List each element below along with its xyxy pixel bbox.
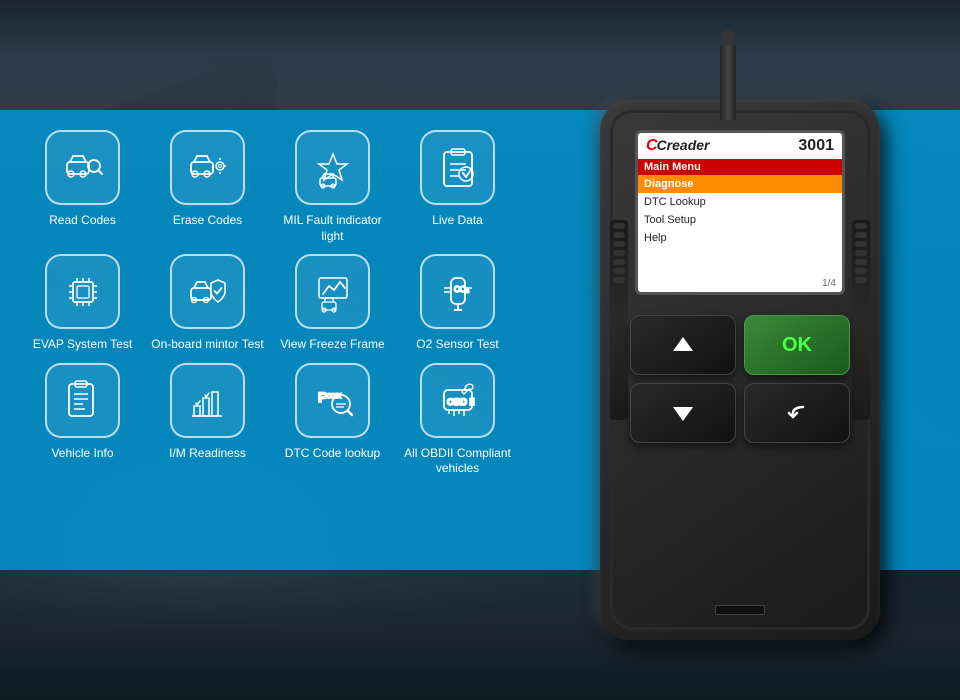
view-freeze-icon-box xyxy=(295,254,370,329)
o2-sensor-label: O2 Sensor Test xyxy=(416,337,499,353)
brand-name-text: Creader xyxy=(657,137,710,153)
device-screen: CCreader 3001 Main Menu Diagnose DTC Loo… xyxy=(635,130,845,295)
screen-menu-item-dtc[interactable]: DTC Lookup xyxy=(638,193,842,211)
screen-menu-item-diagnose[interactable]: Diagnose xyxy=(638,175,842,193)
live-data-icon-box xyxy=(420,130,495,205)
svg-text:OBD II: OBD II xyxy=(447,397,475,407)
ok-button-label: OK xyxy=(782,334,812,357)
back-button[interactable] xyxy=(744,383,850,443)
view-freeze-label: View Freeze Frame xyxy=(280,337,384,353)
brand-c-letter: C xyxy=(646,137,658,154)
read-codes-icon-box xyxy=(45,130,120,205)
feature-mil-fault: MIL Fault indicator light xyxy=(275,130,390,244)
evap-system-icon-box xyxy=(45,254,120,329)
o2-sensor-icon-box: CO₂ xyxy=(420,254,495,329)
down-button[interactable] xyxy=(630,383,736,443)
obdii-compliant-label: All OBDII Compliant vehicles xyxy=(400,446,515,477)
live-data-label: Live Data xyxy=(432,213,483,229)
obdii-compliant-icon-box: OBD II xyxy=(420,363,495,438)
screen-page-indicator: 1/4 xyxy=(822,278,836,289)
screen-header: CCreader 3001 xyxy=(638,133,842,159)
screen-menu-item-tool-setup[interactable]: Tool Setup xyxy=(638,211,842,229)
mil-fault-icon-box xyxy=(295,130,370,205)
feature-read-codes: Read Codes xyxy=(25,130,140,244)
feature-onboard-monitor: On-board mintor Test xyxy=(150,254,265,353)
feature-erase-codes: Erase Codes xyxy=(150,130,265,244)
device-body: CCreader 3001 Main Menu Diagnose DTC Loo… xyxy=(600,100,880,640)
svg-text:CO₂: CO₂ xyxy=(454,285,469,294)
feature-im-readiness: I/M Readiness xyxy=(150,363,265,477)
connector-port xyxy=(715,605,765,615)
screen-menu-item-help[interactable]: Help xyxy=(638,229,842,247)
erase-codes-label: Erase Codes xyxy=(173,213,242,229)
dtc-lookup-label: DTC Code lookup xyxy=(285,446,380,462)
feature-evap-system: EVAP System Test xyxy=(25,254,140,353)
screen-model: 3001 xyxy=(798,137,834,155)
feature-o2-sensor: CO₂ O2 Sensor Test xyxy=(400,254,515,353)
feature-vehicle-info: Vehicle Info xyxy=(25,363,140,477)
onboard-monitor-icon-box xyxy=(170,254,245,329)
feature-live-data: Live Data xyxy=(400,130,515,244)
cable xyxy=(720,40,736,120)
screen-brand: CCreader xyxy=(646,137,709,155)
read-codes-label: Read Codes xyxy=(49,213,116,229)
im-readiness-icon-box xyxy=(170,363,245,438)
screen-content: Main Menu Diagnose DTC Lookup Tool Setup… xyxy=(638,159,842,292)
screen-menu-title: Main Menu xyxy=(638,159,842,175)
erase-codes-icon-box xyxy=(170,130,245,205)
ok-button[interactable]: OK xyxy=(744,315,850,375)
nav-buttons: OK xyxy=(630,315,850,443)
right-grip xyxy=(852,220,870,420)
dtc-lookup-icon-box: P xxxx xyxy=(295,363,370,438)
scanner-device: CCreader 3001 Main Menu Diagnose DTC Loo… xyxy=(580,40,900,660)
evap-system-label: EVAP System Test xyxy=(33,337,132,353)
vehicle-info-label: Vehicle Info xyxy=(51,446,113,462)
left-grip xyxy=(610,220,628,420)
im-readiness-label: I/M Readiness xyxy=(169,446,246,462)
feature-obdii-compliant: OBD II All OBDII Compliant vehicles xyxy=(400,363,515,477)
feature-view-freeze: View Freeze Frame xyxy=(275,254,390,353)
onboard-monitor-label: On-board mintor Test xyxy=(151,337,264,353)
up-button[interactable] xyxy=(630,315,736,375)
vehicle-info-icon-box xyxy=(45,363,120,438)
feature-dtc-lookup: P xxxx DTC Code lookup xyxy=(275,363,390,477)
mil-fault-label: MIL Fault indicator light xyxy=(275,213,390,244)
features-grid: Read Codes Erase Codes xyxy=(25,130,525,477)
